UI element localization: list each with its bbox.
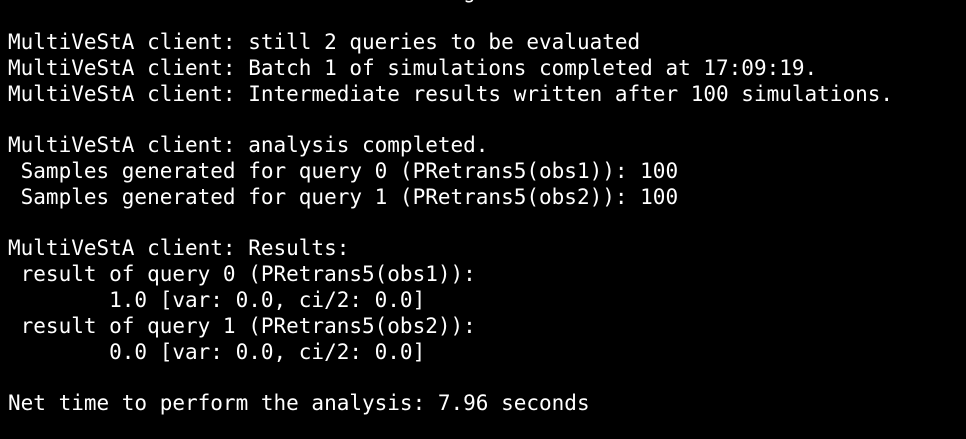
output-line-blank — [8, 365, 966, 391]
clipped-glyph: g — [463, 0, 476, 3]
output-line-samples-query-1: Samples generated for query 1 (PRetrans5… — [8, 184, 679, 209]
output-line-results-heading: MultiVeStA client: Results: — [8, 236, 350, 261]
output-line-blank — [8, 211, 966, 237]
output-line-still-queries: MultiVeStA client: still 2 queries to be… — [8, 30, 641, 54]
output-line-result-query-0: result of query 0 (PRetrans5(obs1)): — [8, 262, 476, 287]
output-line-result-query-0-value: 1.0 [var: 0.0, ci/2: 0.0] — [8, 287, 426, 312]
output-line-intermediate-results: MultiVeStA client: Intermediate results … — [8, 81, 894, 106]
output-line-samples-query-0: Samples generated for query 0 (PRetrans5… — [8, 158, 679, 183]
terminal-window[interactable]: g MultiVeStA client: still 2 queries to … — [0, 0, 966, 439]
output-line-net-time: Net time to perform the analysis: 7.96 s… — [8, 391, 590, 416]
output-line-analysis-completed: MultiVeStA client: analysis completed. — [8, 133, 489, 158]
output-line-batch-completed: MultiVeStA client: Batch 1 of simulation… — [8, 55, 818, 80]
output-line-result-query-1-value: 0.0 [var: 0.0, ci/2: 0.0] — [8, 339, 426, 364]
output-line-result-query-1: result of query 1 (PRetrans5(obs2)): — [8, 313, 476, 338]
terminal-output: MultiVeStA client: still 2 queries to be… — [8, 30, 966, 417]
clipped-output-line: g — [8, 0, 476, 5]
output-line-blank — [8, 107, 966, 133]
